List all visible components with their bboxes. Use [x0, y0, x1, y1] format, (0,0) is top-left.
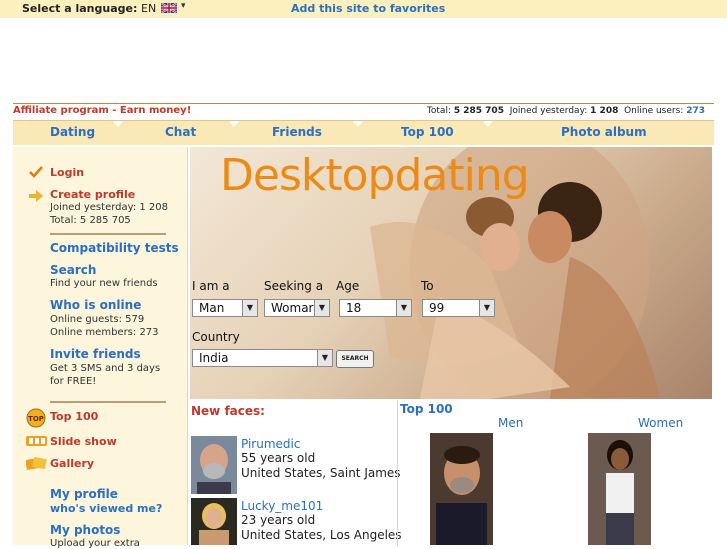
svg-text:TOP: TOP — [28, 415, 44, 423]
country-select[interactable]: India ▼ — [192, 349, 333, 367]
chevron-down-icon: ▼ — [317, 350, 332, 366]
gallery-link[interactable]: Gallery — [50, 457, 94, 470]
main-nav: Dating Chat Friends Top 100 Photo album — [13, 120, 714, 145]
who-is-online-link[interactable]: Who is online — [50, 298, 141, 312]
country-value: India — [199, 351, 229, 365]
sidebar-divider — [50, 233, 166, 235]
create-profile-link[interactable]: Create profile — [50, 188, 135, 201]
tab-separator — [353, 121, 363, 127]
tab-dating[interactable]: Dating — [50, 125, 95, 139]
language-code[interactable]: EN — [141, 2, 156, 15]
profile-age: 23 years old — [241, 513, 316, 527]
sidebar-divider — [50, 401, 166, 403]
seeking-label: Seeking a — [264, 279, 324, 293]
to-label: To — [421, 279, 434, 293]
top100-badge-icon: TOP — [26, 408, 46, 428]
seeking-select[interactable]: Womar ▼ — [264, 299, 330, 317]
tab-separator — [113, 121, 123, 127]
online-label: Online users: — [624, 106, 684, 116]
age-to-value: 99 — [429, 301, 445, 315]
slideshow-icon — [26, 436, 47, 446]
invite-subtext-2: for FREE! — [50, 376, 97, 387]
arrow-right-icon — [29, 190, 43, 202]
total-value: 5 285 705 — [453, 106, 504, 116]
uk-flag-icon[interactable] — [161, 3, 177, 13]
my-profile-link[interactable]: My profile — [50, 487, 118, 501]
seeking-value: Womar — [271, 301, 314, 315]
profile-photo[interactable] — [191, 498, 237, 545]
top-man-photo[interactable] — [430, 433, 493, 545]
profile-name[interactable]: Pirumedic — [241, 437, 300, 451]
joined-value: 1 208 — [590, 106, 619, 116]
age-from-value: 18 — [346, 301, 362, 315]
top-woman-photo[interactable] — [588, 433, 651, 545]
age-to-select[interactable]: 99 ▼ — [422, 299, 495, 317]
total-label: Total: — [426, 106, 451, 116]
joined-yesterday-text: Joined yesterday: 1 208 — [50, 202, 168, 213]
add-favorites-link[interactable]: Add this site to favorites — [291, 2, 445, 15]
top100-link[interactable]: Top 100 — [50, 410, 98, 423]
gallery-icon — [26, 457, 47, 470]
search-subtext: Find your new friends — [50, 278, 158, 289]
tab-friends[interactable]: Friends — [272, 125, 322, 139]
women-label[interactable]: Women — [638, 416, 683, 430]
profile-location: United States, Saint James — [241, 466, 401, 480]
men-label[interactable]: Men — [498, 416, 523, 430]
tab-chat[interactable]: Chat — [165, 125, 196, 139]
tab-separator — [483, 121, 493, 127]
search-link[interactable]: Search — [50, 263, 96, 277]
language-label: Select a language: — [22, 2, 138, 15]
total-text: Total: 5 285 705 — [50, 215, 131, 226]
tab-separator — [229, 121, 239, 127]
affiliate-link[interactable]: Affiliate program - Earn money! — [13, 105, 191, 116]
tab-top100[interactable]: Top 100 — [401, 125, 454, 139]
online-guests-text: Online guests: 579 — [50, 314, 145, 325]
online-members-text: Online members: 273 — [50, 327, 159, 338]
chevron-down-icon: ▼ — [479, 300, 494, 316]
top100-title[interactable]: Top 100 — [400, 402, 453, 416]
whos-viewed-me-link[interactable]: who's viewed me? — [50, 502, 162, 515]
chevron-down-icon: ▼ — [314, 300, 329, 316]
country-label: Country — [192, 330, 240, 344]
site-stats: Total: 5 285 705 Joined yesterday: 1 208… — [427, 106, 705, 116]
chevron-down-icon: ▼ — [396, 300, 411, 316]
age-from-select[interactable]: 18 ▼ — [339, 299, 412, 317]
search-button[interactable]: SEARCH — [336, 350, 374, 368]
gender-value: Man — [199, 301, 225, 315]
tab-photo-album[interactable]: Photo album — [561, 125, 647, 139]
header-divider — [13, 103, 714, 104]
compatibility-tests-link[interactable]: Compatibility tests — [50, 241, 179, 255]
profile-age: 55 years old — [241, 451, 316, 465]
gender-select[interactable]: Man ▼ — [192, 299, 258, 317]
profile-location: United States, Los Angeles — [241, 528, 402, 542]
profile-photo[interactable] — [191, 436, 237, 494]
login-link[interactable]: Login — [50, 166, 84, 179]
i-am-label: I am a — [192, 279, 230, 293]
chevron-down-icon: ▼ — [242, 300, 257, 316]
upload-extra-text: Upload your extra — [50, 538, 140, 549]
my-photos-link[interactable]: My photos — [50, 523, 120, 537]
new-faces-title: New faces: — [191, 404, 265, 418]
online-value[interactable]: 273 — [686, 106, 705, 116]
profile-name[interactable]: Lucky_me101 — [241, 499, 323, 513]
joined-label: Joined yesterday: — [509, 106, 588, 116]
slideshow-link[interactable]: Slide show — [50, 435, 117, 448]
site-logo[interactable]: Desktopdating — [220, 150, 530, 201]
invite-friends-link[interactable]: Invite friends — [50, 347, 141, 361]
invite-subtext-1: Get 3 SMS and 3 days — [50, 363, 161, 374]
chevron-down-icon[interactable]: ▾ — [181, 1, 186, 11]
age-label: Age — [336, 279, 360, 293]
checkmark-icon — [29, 166, 43, 178]
